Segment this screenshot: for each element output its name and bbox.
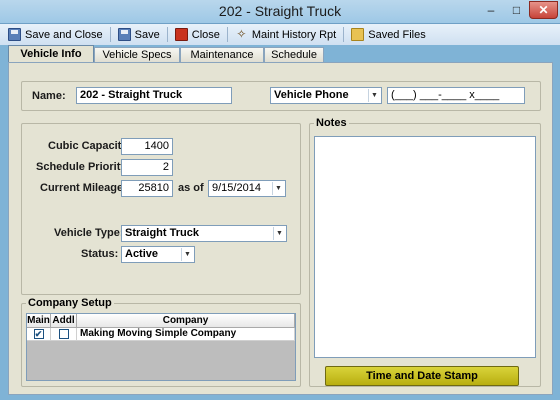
status-select[interactable]: Active ▼ [121,246,195,263]
as-of-date-picker[interactable]: 9/15/2014 ▼ [208,180,286,197]
tab-vehicle-info[interactable]: Vehicle Info [8,45,94,63]
toolbar-separator [343,27,345,42]
column-header-addl[interactable]: Addl [51,314,77,328]
phone-number-input[interactable]: (___) ___-____ x____ [387,87,525,104]
title-bar: 202 - Straight Truck – □ ✕ [0,0,560,24]
schedule-priority-input[interactable]: 2 [121,159,173,176]
toolbar: Save and Close Save Close ✧ Maint Histor… [0,24,560,45]
folder-icon [351,28,365,41]
vehicle-type-select[interactable]: Straight Truck ▼ [121,225,287,242]
close-icon [174,28,188,41]
saved-files-label: Saved Files [368,28,426,41]
status-label: Status: [81,248,119,260]
wrench-icon: ✧ [236,27,247,41]
column-header-company[interactable]: Company [77,314,295,328]
phone-type-value: Vehicle Phone [274,89,349,101]
tab-vehicle-specs[interactable]: Vehicle Specs [94,47,180,63]
company-setup-group: Company Setup Main Addl Company ✔ Making… [21,297,301,387]
toolbar-separator [109,27,111,42]
tab-strip: Vehicle Info Vehicle Specs Maintenance S… [0,45,560,63]
chevron-down-icon: ▼ [273,227,285,240]
column-header-main[interactable]: Main [27,314,51,328]
minimize-button[interactable]: – [478,1,504,19]
company-setup-legend: Company Setup [26,297,114,309]
save-icon [8,28,21,41]
phone-type-select[interactable]: Vehicle Phone ▼ [270,87,382,104]
maint-history-label: Maint History Rpt [251,28,337,41]
save-and-close-label: Save and Close [25,28,103,41]
vehicle-type-label: Vehicle Type: [54,227,124,239]
toolbar-separator [166,27,168,42]
company-cell: Making Moving Simple Company [77,328,295,341]
tab-schedule[interactable]: Schedule [264,47,324,63]
close-button[interactable]: Close [171,25,224,44]
as-of-label: as of [178,182,204,194]
current-mileage-input[interactable]: 25810 [121,180,173,197]
grid-header-row: Main Addl Company [27,314,295,328]
cubic-capacity-label: Cubic Capacity: [48,140,132,152]
cubic-capacity-input[interactable]: 1400 [121,138,173,155]
name-group: Name: 202 - Straight Truck Vehicle Phone… [21,81,541,111]
chevron-down-icon: ▼ [368,89,380,102]
main-cell: ✔ [27,328,51,341]
notes-legend: Notes [314,117,349,129]
save-and-close-button[interactable]: Save and Close [4,25,107,44]
maint-history-rpt-button[interactable]: ✧ Maint History Rpt [231,25,340,44]
time-and-date-stamp-button[interactable]: Time and Date Stamp [325,366,519,386]
close-window-button[interactable]: ✕ [529,1,558,19]
name-input[interactable]: 202 - Straight Truck [76,87,232,104]
chevron-down-icon: ▼ [272,182,284,195]
table-row[interactable]: ✔ Making Moving Simple Company [27,328,295,341]
name-label: Name: [32,90,66,102]
save-icon [117,28,131,41]
notes-textarea[interactable] [314,136,536,358]
schedule-priority-label: Schedule Priority: [36,161,131,173]
addl-cell [51,328,77,341]
main-checkbox[interactable]: ✔ [33,329,44,339]
current-mileage-label: Current Mileage: [40,182,127,194]
saved-files-button[interactable]: Saved Files [347,25,429,44]
vehicle-type-value: Straight Truck [125,227,199,239]
notes-group: Notes Time and Date Stamp [309,117,541,387]
maximize-button[interactable]: □ [504,1,529,19]
close-label: Close [191,28,220,41]
company-grid[interactable]: Main Addl Company ✔ Making Moving Simple… [26,313,296,381]
vehicle-info-panel: Name: 202 - Straight Truck Vehicle Phone… [8,62,553,395]
details-group: Cubic Capacity: 1400 Schedule Priority: … [21,123,301,295]
save-button[interactable]: Save [114,25,164,44]
as-of-date-value: 9/15/2014 [212,182,261,194]
window-title: 202 - Straight Truck [218,3,342,19]
status-value: Active [125,248,159,260]
save-label: Save [134,28,160,41]
addl-checkbox[interactable] [58,329,69,339]
tab-maintenance[interactable]: Maintenance [180,47,264,63]
toolbar-separator [226,27,228,42]
chevron-down-icon: ▼ [181,248,193,261]
